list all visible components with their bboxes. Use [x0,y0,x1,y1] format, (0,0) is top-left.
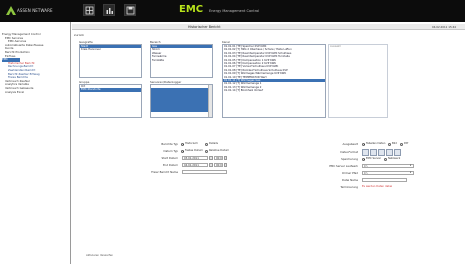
grid-icon[interactable] [83,4,95,16]
gruppe-list[interactable]: Ort EMC-Standorte [79,84,142,118]
datei-name-input[interactable] [362,178,407,182]
bereich-list[interactable]: Gas Strom Wasser Fernwärme Fernkälte [150,44,213,78]
radio-label: Tabellen Daten [366,142,386,145]
end-zeit-input[interactable]: 00:00 [214,163,223,167]
footer-actions[interactable]: Aktivieren Verwerfen [86,254,146,258]
chart-icon[interactable] [103,4,115,16]
list-item[interactable]: Kreis Hannover [80,48,141,51]
list-item[interactable]: 01.01.14 [T] Blockheiz Vorlauf [223,89,325,92]
sidebar-item[interactable]: Analysis Excel [5,91,74,95]
ausgabeart-bild-radio[interactable] [388,142,391,146]
logo-text: ASSEN NETWARE [17,8,53,13]
datum-typ-relative-radio[interactable] [205,149,208,153]
start-zeit-input[interactable]: 00:00 [214,156,223,160]
start-datum-label: Start Datum [161,156,178,160]
freier-bericht-name-label: Freier Bericht Name [151,170,178,174]
speicherung-netzwerk-radio[interactable] [384,157,387,161]
scrollbar[interactable] [208,85,212,117]
terminierung-label: Terminierung [340,185,358,189]
brand-subtitle: Energy Management Control [209,9,260,13]
emc-server-laufwerk-select[interactable]: C:\ [362,164,414,168]
kanal-selection-panel[interactable]: Auswahl [328,44,388,118]
kanal-selection-label: Auswahl [330,45,341,48]
ausgabeart-pdf-radio[interactable] [400,142,403,146]
datum-typ-label: Datum Typ [163,149,178,153]
list-item[interactable]: Fernkälte [151,59,212,62]
start-datum-input[interactable]: 03.01.2011 [182,156,208,160]
chevron-down-icon: ▾ [410,164,412,167]
sensoren-list[interactable] [150,84,213,118]
radio-label: Historisch [185,142,198,145]
ausgabeart-tabellen-radio[interactable] [362,142,365,146]
format-csv-icon[interactable] [362,148,369,156]
radio-label: Pdf [404,142,409,145]
back-link[interactable]: zurück [74,33,94,38]
radio-label: Bild [392,142,397,145]
radio-label: Festes Datum [185,149,203,152]
kanal-list[interactable]: 01.01.01 [TE] Speicher KVP KWK 01.01.02 … [222,44,326,118]
datum-typ-festes-radio[interactable] [181,149,184,153]
terminierung-warning: Es werden Daten dabei [362,185,393,188]
page-title: Historischer Bericht [188,24,221,29]
datei-format-label: Datei-Format [340,150,358,154]
emc-server-laufwerk-label: EMC Server Laufwerk [329,164,358,168]
end-datum-label: End Datum [162,163,178,167]
list-item[interactable] [151,108,212,113]
format-txt-icon[interactable] [378,148,385,156]
radio-label: Details [209,142,218,145]
berichte-typ-label: Berichte Typ [161,142,178,146]
radio-label: EMC Server [366,157,382,160]
radio-label: Netzwerk [388,157,401,160]
brand-title: EMC [179,4,204,15]
chevron-down-icon: ▾ [410,171,412,174]
calendar-icon[interactable] [209,156,213,160]
format-xls-icon[interactable] [370,148,377,156]
format-xml-icon[interactable] [386,148,393,156]
radio-label: Relative Datum [209,149,230,152]
save-icon[interactable] [124,4,136,16]
format-pdf-icon[interactable] [394,148,401,156]
ausgabeart-label: Ausgabeart [342,142,358,146]
speicherung-emc-radio[interactable] [362,157,365,161]
berichte-typ-details-radio[interactable] [205,142,208,146]
datetime: 04.02.2011 15:44 [432,24,456,29]
berichte-typ-historisch-radio[interactable] [181,142,184,146]
end-datum-input[interactable]: 04.01.2011 [182,163,208,167]
spinner-icon[interactable] [224,163,227,167]
datei-name-label: Datei Name [342,178,358,182]
list-item[interactable]: EMC-Standorte [80,88,141,92]
geografie-list[interactable]: Stadt Kreis Hannover [79,44,142,78]
speicherung-label: Speicherung [341,157,358,161]
logo-icon [6,6,16,15]
ordner-pfad-label: Ordner Pfad [341,171,358,175]
spinner-icon[interactable] [224,156,227,160]
calendar-icon[interactable] [209,163,213,167]
freier-bericht-name-input[interactable] [182,170,227,174]
ordner-pfad-select[interactable]: C:\ [362,171,414,175]
